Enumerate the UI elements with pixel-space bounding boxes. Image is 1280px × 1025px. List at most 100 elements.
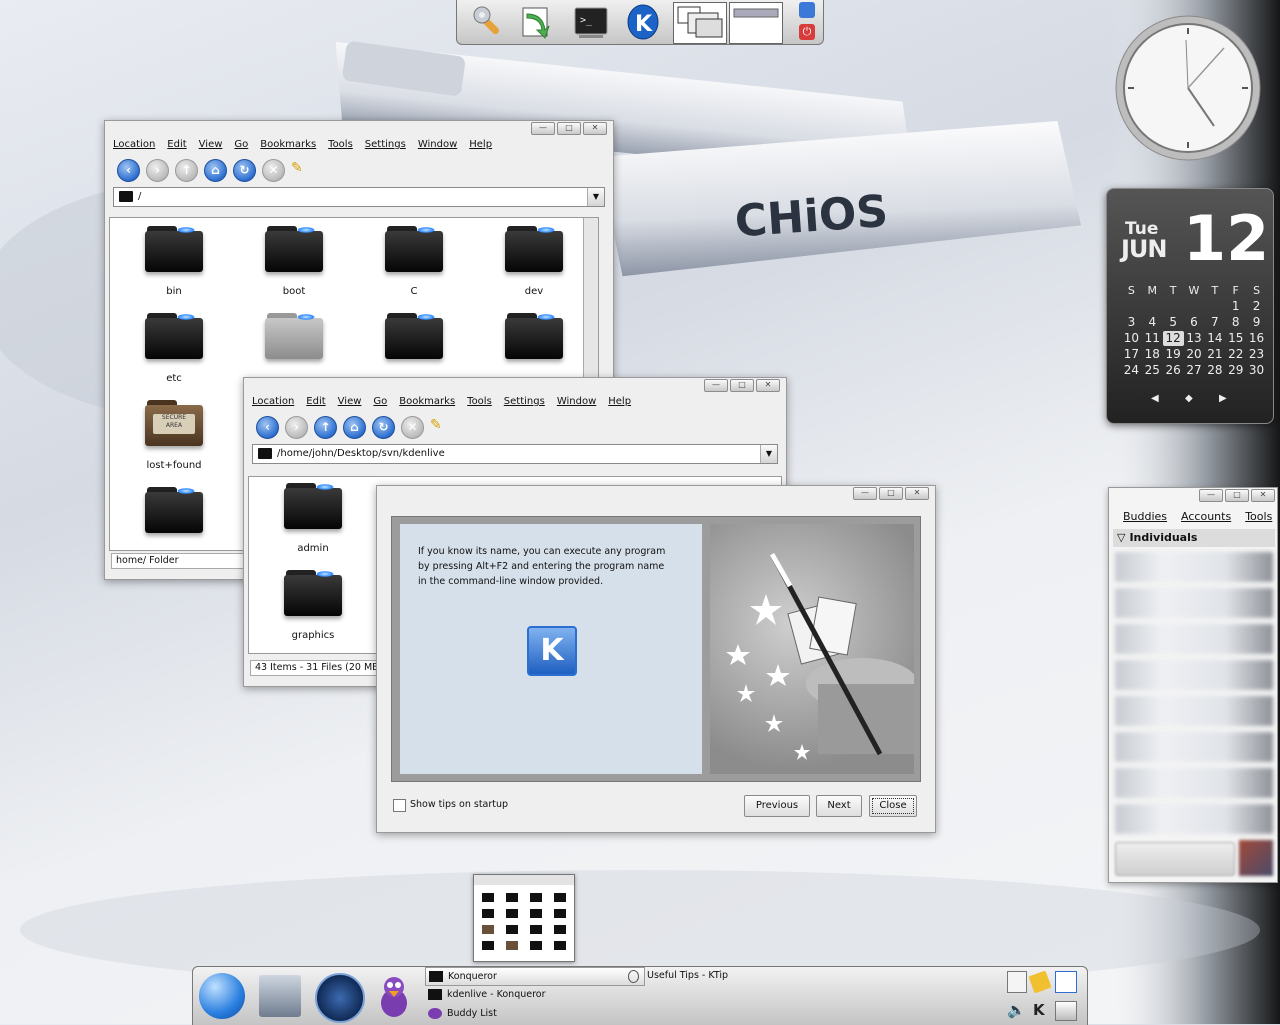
next-button[interactable]: Next [816, 795, 862, 817]
calendar-day-cell[interactable]: 17 [1121, 347, 1142, 362]
clear-location-icon[interactable]: ✎ [291, 160, 313, 180]
menu-edit[interactable]: Edit [306, 396, 325, 412]
minimize-button[interactable]: — [531, 122, 555, 135]
folder-c[interactable]: C [374, 226, 454, 297]
menu-settings[interactable]: Settings [504, 396, 545, 412]
window-thumbnail-preview[interactable] [473, 874, 575, 962]
show-tips-checkbox[interactable] [393, 799, 406, 812]
calendar-day-cell[interactable]: 12 [1162, 331, 1184, 346]
titlebar[interactable]: — □ ✕ [244, 378, 786, 392]
group-header[interactable]: ▽ Individuals [1113, 529, 1275, 547]
stop-icon[interactable]: ✕ [401, 415, 424, 439]
network-icon[interactable] [1055, 1001, 1077, 1021]
titlebar[interactable]: — □ ✕ [1109, 488, 1277, 502]
contact-row[interactable] [1115, 624, 1273, 654]
folder-dev[interactable]: dev [494, 226, 574, 297]
menu-go[interactable]: Go [373, 396, 387, 412]
folder-item[interactable] [494, 313, 574, 373]
kde-logo-icon[interactable]: K [625, 4, 661, 40]
calendar-today[interactable]: ◆ [1185, 393, 1193, 404]
menu-tools[interactable]: Tools [328, 139, 353, 155]
calendar-day-cell[interactable]: 28 [1204, 363, 1225, 378]
amarok-wolf-icon[interactable] [315, 973, 365, 1023]
menu-window[interactable]: Window [557, 396, 596, 412]
home-icon[interactable]: ⌂ [204, 158, 227, 182]
up-icon[interactable]: ↑ [175, 158, 198, 182]
task-useful-tips[interactable]: Useful Tips - KTip [625, 967, 847, 984]
close-button[interactable]: ✕ [1251, 489, 1275, 502]
chevron-down-icon[interactable]: ▼ [760, 445, 777, 463]
calendar-day-cell[interactable]: 6 [1184, 315, 1205, 330]
terminal-icon[interactable]: >_ [573, 4, 609, 40]
minimize-button[interactable]: — [704, 379, 728, 392]
folder-lost-found[interactable]: SECURE AREA lost+found [134, 400, 214, 471]
folder-etc[interactable]: etc [134, 313, 214, 384]
titlebar[interactable]: — □ ✕ [377, 486, 935, 500]
contact-row[interactable] [1115, 732, 1273, 762]
menu-bookmarks[interactable]: Bookmarks [399, 396, 455, 412]
calendar-day-cell[interactable]: 4 [1142, 315, 1163, 330]
calendar-day-cell[interactable]: 20 [1184, 347, 1205, 362]
maximize-button[interactable]: □ [879, 487, 903, 500]
maximize-button[interactable]: □ [1225, 489, 1249, 502]
volume-icon[interactable]: 🔈 [1007, 1001, 1026, 1019]
menu-accounts[interactable]: Accounts [1181, 510, 1231, 523]
calendar-day-cell[interactable]: 26 [1163, 363, 1184, 378]
calendar-day-cell[interactable]: 21 [1204, 347, 1225, 362]
lock-icon[interactable] [799, 2, 815, 18]
contact-row[interactable] [1115, 768, 1273, 798]
menu-location[interactable]: Location [252, 396, 294, 412]
calendar-day-cell[interactable]: 22 [1225, 347, 1246, 362]
forward-icon[interactable]: › [285, 415, 308, 439]
close-button[interactable]: ✕ [756, 379, 780, 392]
install-arrow-icon[interactable] [519, 4, 555, 40]
calendar-day-cell[interactable]: 5 [1163, 315, 1184, 330]
clipboard-icon[interactable] [1007, 971, 1027, 993]
calendar-day-cell[interactable]: 24 [1121, 363, 1142, 378]
calendar-day-cell[interactable]: 13 [1184, 331, 1205, 346]
menu-buddies[interactable]: Buddies [1123, 510, 1167, 523]
calendar-day-cell[interactable]: 23 [1246, 347, 1267, 362]
folder-bin[interactable]: bin [134, 226, 214, 297]
menu-window[interactable]: Window [418, 139, 457, 155]
folder-item[interactable] [254, 313, 334, 373]
back-icon[interactable]: ‹ [117, 158, 140, 182]
menu-bookmarks[interactable]: Bookmarks [260, 139, 316, 155]
contact-row[interactable] [1115, 696, 1273, 726]
kopete-icon[interactable] [377, 973, 411, 1019]
logout-icon[interactable]: ⏻ [799, 24, 815, 40]
menu-help[interactable]: Help [608, 396, 631, 412]
close-dialog-button[interactable]: Close [869, 795, 917, 817]
menu-edit[interactable]: Edit [167, 139, 186, 155]
calendar-day-cell[interactable]: 30 [1246, 363, 1267, 378]
location-bar[interactable]: / ▼ [113, 187, 605, 207]
calendar-day-cell[interactable]: 10 [1121, 331, 1142, 346]
maximize-button[interactable]: □ [730, 379, 754, 392]
calendar-day-cell[interactable]: 11 [1142, 331, 1163, 346]
close-button[interactable]: ✕ [583, 122, 607, 135]
home-icon[interactable]: ⌂ [343, 415, 366, 439]
calendar-day-cell[interactable]: 9 [1246, 315, 1267, 330]
contact-row[interactable] [1115, 588, 1273, 618]
menu-tools[interactable]: Tools [467, 396, 492, 412]
contact-row[interactable] [1115, 804, 1273, 834]
status-selector[interactable] [1115, 842, 1235, 876]
calendar-prev[interactable]: ◀ [1151, 393, 1159, 404]
calendar-day-cell[interactable]: 25 [1142, 363, 1163, 378]
calendar-tray-icon[interactable] [1055, 971, 1077, 993]
close-button[interactable]: ✕ [905, 487, 929, 500]
calendar-day-cell[interactable]: 7 [1204, 315, 1225, 330]
previous-button[interactable]: Previous [744, 795, 810, 817]
contact-row[interactable] [1115, 660, 1273, 690]
menu-settings[interactable]: Settings [365, 139, 406, 155]
menu-tools[interactable]: Tools [1245, 510, 1272, 523]
calendar-day-cell[interactable]: 29 [1225, 363, 1246, 378]
folder-boot[interactable]: boot [254, 226, 334, 297]
calendar-day-cell[interactable]: 18 [1142, 347, 1163, 362]
task-konqueror[interactable]: Konqueror [425, 967, 645, 986]
calendar-day-cell[interactable]: 27 [1184, 363, 1205, 378]
minimize-button[interactable]: — [853, 487, 877, 500]
menu-help[interactable]: Help [469, 139, 492, 155]
task-buddy-list[interactable]: Buddy List [425, 1005, 643, 1022]
chevron-down-icon[interactable]: ▼ [587, 188, 604, 206]
